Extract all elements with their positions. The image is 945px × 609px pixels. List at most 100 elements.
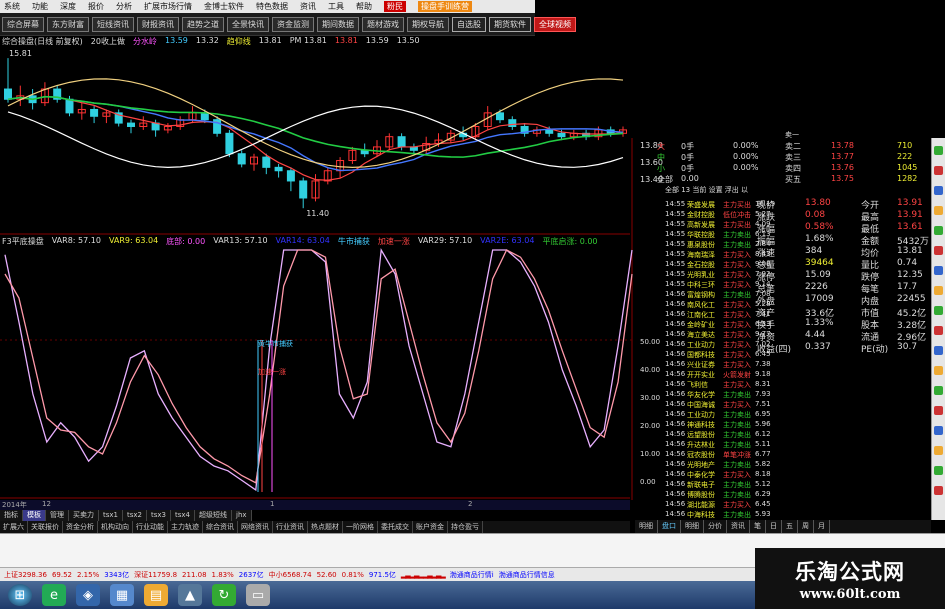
indicator-tab[interactable]: 指标: [0, 510, 23, 521]
quote-label: 内盘: [861, 297, 880, 307]
sub-title[interactable]: F3平底操盘: [2, 236, 44, 248]
tool-icon[interactable]: [934, 406, 943, 415]
panel-tab[interactable]: 五: [782, 520, 798, 533]
function-tab[interactable]: 行业资讯: [273, 521, 308, 533]
quote-value: 0.74: [897, 258, 918, 268]
candle[interactable]: [508, 119, 517, 127]
function-tab[interactable]: 委托成交: [378, 521, 413, 533]
status-news[interactable]: 渤通商品行情i: [450, 570, 494, 580]
function-tab[interactable]: 扩展六: [0, 521, 28, 533]
indicator-tab[interactable]: 管理: [46, 510, 69, 521]
function-tab[interactable]: 账户资金: [413, 521, 448, 533]
candle[interactable]: [557, 132, 566, 138]
tool-icon[interactable]: [934, 246, 943, 255]
folder-icon[interactable]: ▤: [144, 584, 168, 606]
panel-tab[interactable]: 周: [798, 520, 814, 533]
panel-tab[interactable]: 笔: [750, 520, 766, 533]
tool-icon[interactable]: [934, 206, 943, 215]
refresh-icon[interactable]: ↻: [212, 584, 236, 606]
status-sz[interactable]: 深证11759.8: [134, 570, 177, 580]
function-tab[interactable]: 资金分析: [63, 521, 98, 533]
orderbook-price: 13.76: [831, 163, 854, 172]
browser-icon[interactable]: e: [42, 584, 66, 606]
function-tab[interactable]: 网络资讯: [238, 521, 273, 533]
status-sh[interactable]: 上证3298.36: [4, 570, 47, 580]
function-tab[interactable]: 综合资讯: [203, 521, 238, 533]
function-tab[interactable]: 机构动向: [98, 521, 133, 533]
sub-v4: VAR13: 57.10: [213, 236, 268, 245]
tool-icon[interactable]: [934, 326, 943, 335]
tool-icon[interactable]: [934, 486, 943, 495]
tool-icon[interactable]: [934, 446, 943, 455]
tool-icon[interactable]: [934, 426, 943, 435]
indicator-tabs: 指标 模板 管理 买卖力 tsx1 tsx2 tsx3 tsx4 超级短线 jhx: [0, 510, 630, 521]
candle[interactable]: [397, 136, 406, 148]
panel-tab[interactable]: 明细: [681, 520, 704, 533]
candle[interactable]: [299, 180, 308, 199]
tool-icon[interactable]: [934, 386, 943, 395]
candle[interactable]: [65, 98, 74, 114]
function-tab[interactable]: 一阶网格: [343, 521, 378, 533]
function-tab[interactable]: 行业动能: [133, 521, 168, 533]
quote-value: 30.7: [897, 342, 918, 352]
hat-icon[interactable]: ▲: [178, 584, 202, 606]
chart-app-icon[interactable]: ▦: [110, 584, 134, 606]
high-price-label: 15.81: [9, 49, 32, 58]
indicator-tab[interactable]: 超级短线: [195, 510, 232, 521]
tool-icon[interactable]: [934, 306, 943, 315]
function-tab[interactable]: 主力轨迹: [168, 521, 203, 533]
start-icon[interactable]: ⊞: [8, 584, 32, 606]
indicator-tab[interactable]: 模板: [23, 510, 46, 521]
tool-icon[interactable]: [934, 146, 943, 155]
status-news2[interactable]: 渤通商品行情信息: [499, 570, 555, 580]
tool-icon[interactable]: [934, 166, 943, 175]
indicator-tab[interactable]: 买卖力: [69, 510, 99, 521]
candle[interactable]: [496, 112, 504, 121]
candle[interactable]: [237, 153, 246, 165]
panel-tab[interactable]: 分价: [704, 520, 727, 533]
quote-value: 13.81: [897, 246, 923, 256]
panel-tab[interactable]: 日: [766, 520, 782, 533]
quote-value: 0.58%: [805, 222, 834, 232]
candle[interactable]: [225, 132, 234, 155]
orderbook-vol: 1045: [897, 163, 918, 172]
tool-icon[interactable]: [934, 366, 943, 375]
orderbook-side: 卖四: [785, 164, 801, 173]
tool-icon[interactable]: [934, 346, 943, 355]
candle[interactable]: [4, 88, 12, 100]
status-sh-pct: 2.15%: [77, 570, 100, 579]
indicator-tab[interactable]: tsx4: [171, 510, 195, 521]
panel-tab[interactable]: 资讯: [727, 520, 750, 533]
watermark: 乐淘公式网 www.60lt.com: [755, 548, 945, 609]
quote-value: 17.7: [897, 282, 918, 292]
candle[interactable]: [274, 166, 283, 172]
quote-label: 股本: [861, 321, 880, 331]
network-icon[interactable]: ◈: [76, 584, 100, 606]
indicator-tab[interactable]: tsx3: [147, 510, 171, 521]
candle[interactable]: [262, 156, 271, 168]
indicator-tab[interactable]: jhx: [232, 510, 252, 521]
doc-icon[interactable]: ▭: [246, 584, 270, 606]
candle[interactable]: [90, 108, 99, 117]
tool-icon[interactable]: [934, 286, 943, 295]
orderbook-price: 13.77: [831, 152, 854, 161]
right-toolstrip[interactable]: [931, 138, 945, 520]
function-tab[interactable]: 热点题材: [308, 521, 343, 533]
panel-tab[interactable]: 月: [814, 520, 830, 533]
candle[interactable]: [545, 129, 554, 134]
indicator-tab[interactable]: tsx2: [123, 510, 147, 521]
status-zx[interactable]: 中小6568.74: [269, 570, 312, 580]
ma5-line: [7, 96, 624, 181]
tool-icon[interactable]: [934, 466, 943, 475]
candle[interactable]: [286, 170, 295, 182]
function-tab[interactable]: 持仓盈亏: [448, 521, 483, 533]
candle[interactable]: [127, 122, 135, 127]
tool-icon[interactable]: [934, 226, 943, 235]
indicator-tab[interactable]: tsx1: [99, 510, 123, 521]
function-tab[interactable]: 关联报价: [28, 521, 63, 533]
panel-tab[interactable]: 明细: [635, 520, 658, 533]
tool-icon[interactable]: [934, 266, 943, 275]
tool-icon[interactable]: [934, 186, 943, 195]
panel-tab[interactable]: 盘口: [658, 520, 681, 533]
quote-value: 2226: [805, 282, 828, 292]
